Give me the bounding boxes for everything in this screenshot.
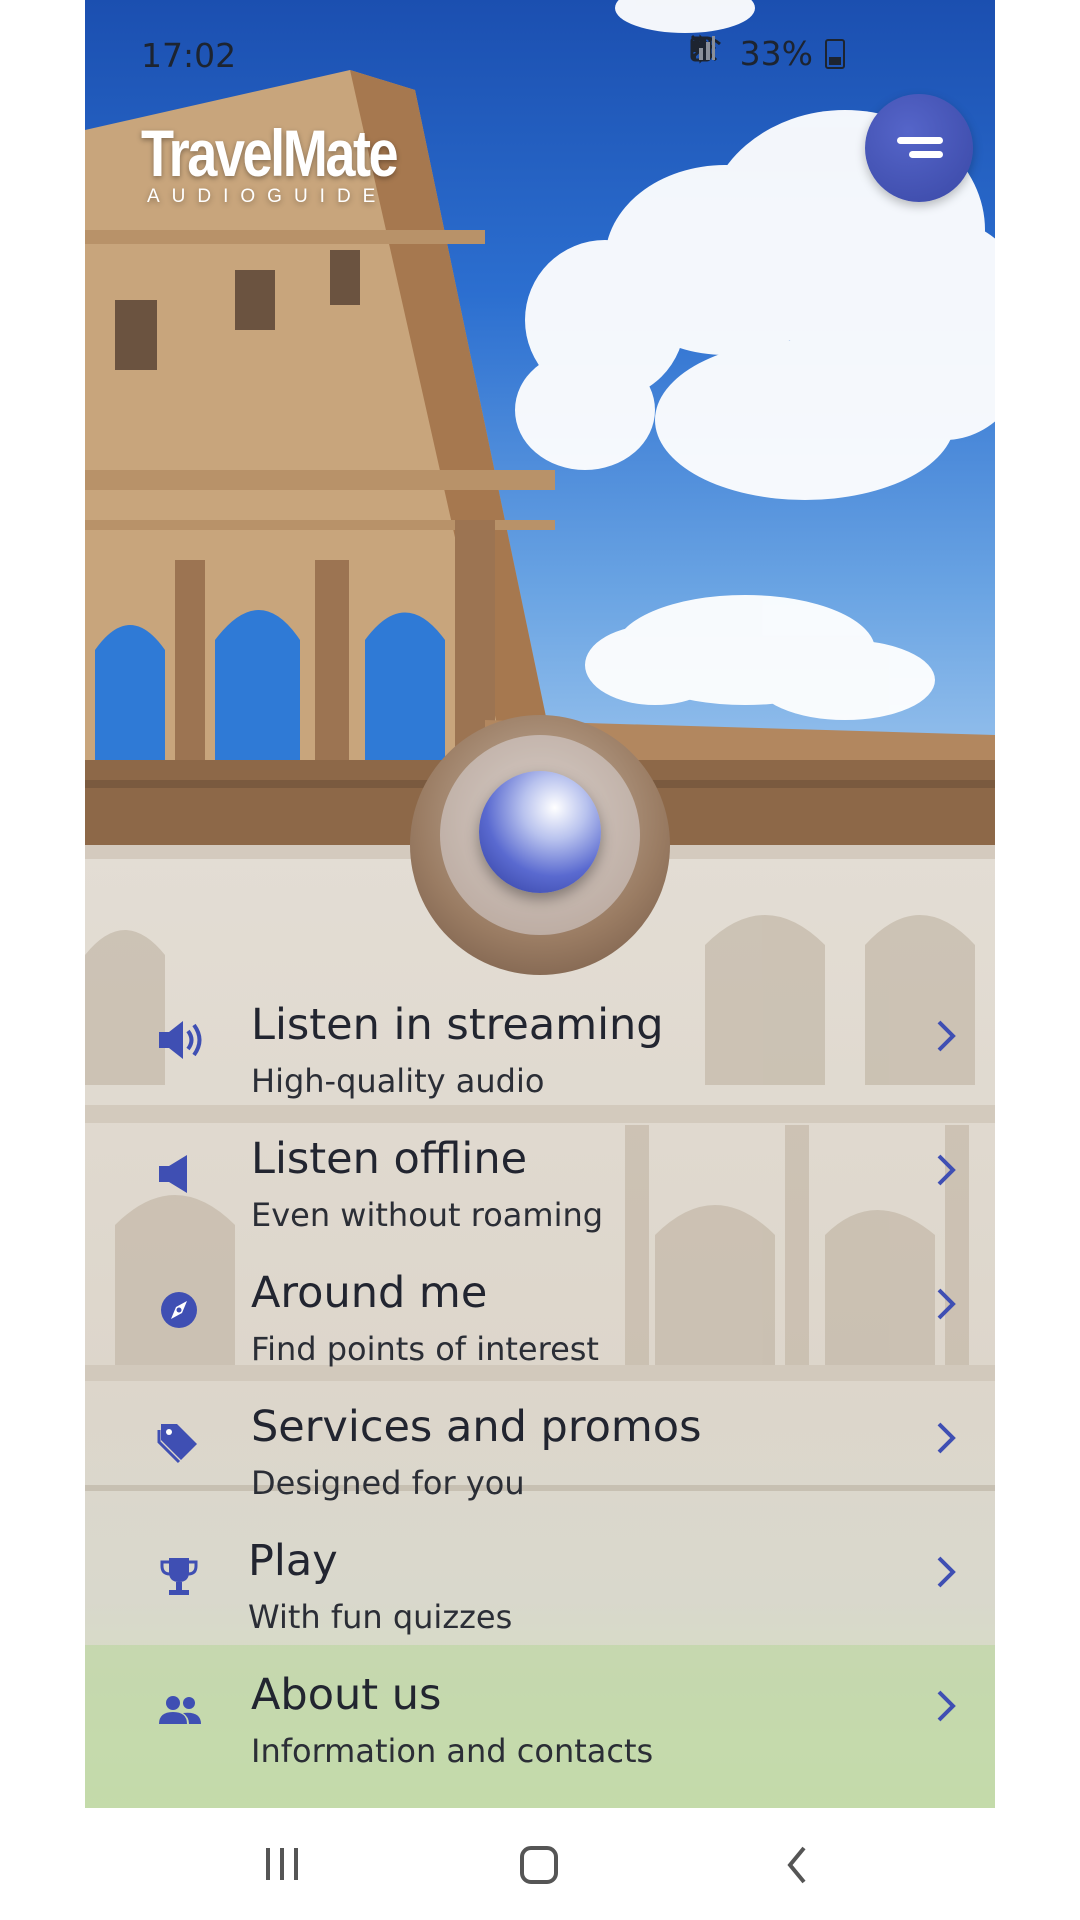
menu-item-title: Play — [248, 1536, 338, 1586]
app-logo: TravelMate AUDIOGUIDE — [141, 120, 452, 208]
status-icons: 33% — [690, 34, 845, 73]
tag-icon — [157, 1420, 201, 1464]
audio-orb-logo[interactable] — [410, 715, 670, 975]
menu-item-title: Listen offline — [251, 1134, 528, 1184]
menu-item-subtitle: High-quality audio — [251, 1062, 545, 1100]
menu-item-about-us[interactable]: About us Information and contacts — [85, 1670, 995, 1790]
menu-item-title: About us — [251, 1670, 442, 1720]
recent-apps-icon[interactable] — [262, 1844, 302, 1888]
menu-item-around-me[interactable]: Around me Find points of interest — [85, 1268, 995, 1388]
menu-item-title: Around me — [251, 1268, 488, 1318]
logo-title: TravelMate — [141, 116, 399, 190]
status-bar: 17:02 33% — [85, 30, 995, 80]
status-time: 17:02 — [141, 36, 237, 75]
menu-item-title: Services and promos — [251, 1402, 702, 1452]
battery-icon — [825, 38, 845, 69]
menu-item-play[interactable]: Play With fun quizzes — [85, 1536, 995, 1656]
chevron-right-icon — [931, 1016, 959, 1056]
menu-item-subtitle: With fun quizzes — [248, 1598, 513, 1636]
chevron-right-icon — [931, 1150, 959, 1190]
menu-item-subtitle: Designed for you — [251, 1464, 525, 1502]
menu-bar-icon — [897, 137, 943, 144]
menu-item-title: Listen in streaming — [251, 1000, 664, 1050]
hamburger-menu-button[interactable] — [865, 94, 973, 202]
menu-item-subtitle: Find points of interest — [251, 1330, 599, 1368]
chevron-right-icon — [931, 1686, 959, 1726]
chevron-right-icon — [931, 1284, 959, 1324]
speaker-loud-icon — [157, 1018, 202, 1062]
chevron-right-icon — [931, 1552, 959, 1592]
speaker-icon — [157, 1152, 201, 1196]
menu-item-subtitle: Even without roaming — [251, 1196, 604, 1234]
app-screen: 17:02 33% TravelMate AUDIOGUIDE Listen i… — [85, 0, 995, 1808]
menu-item-subtitle: Information and contacts — [251, 1732, 654, 1770]
menu-bar-icon — [909, 151, 943, 158]
trophy-icon — [157, 1554, 201, 1598]
menu-item-listen-offline[interactable]: Listen offline Even without roaming — [85, 1134, 995, 1254]
home-icon[interactable] — [518, 1844, 560, 1890]
menu-item-services-promos[interactable]: Services and promos Designed for you — [85, 1402, 995, 1522]
orb-ball-icon — [479, 771, 601, 893]
compass-icon — [157, 1286, 201, 1330]
system-navigation-bar — [0, 1808, 1080, 1920]
menu-item-listen-streaming[interactable]: Listen in streaming High-quality audio — [85, 1000, 995, 1120]
people-icon — [157, 1688, 201, 1732]
back-icon[interactable] — [782, 1844, 812, 1890]
chevron-right-icon — [931, 1418, 959, 1458]
battery-percent: 33% — [739, 34, 813, 73]
